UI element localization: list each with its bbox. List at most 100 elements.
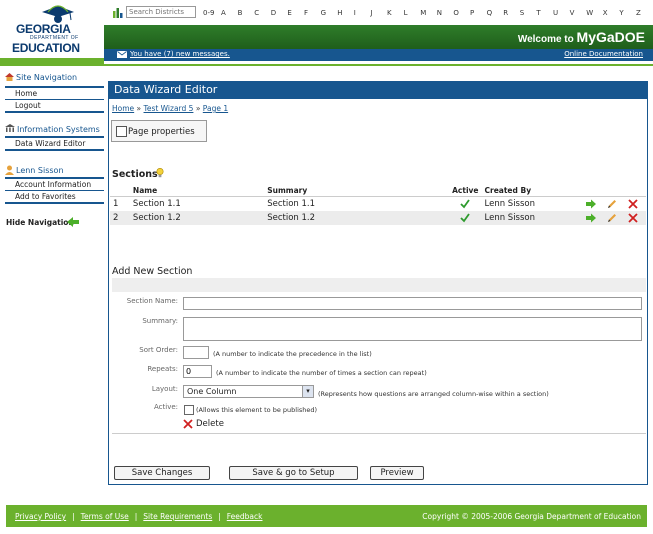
table-row: 2 Section 1.2 Section 1.2 Lenn Sisson	[110, 211, 646, 225]
delete-icon[interactable]	[628, 213, 638, 223]
logo-line-3: EDUCATION	[12, 41, 80, 55]
alpha-link-i[interactable]: I	[354, 9, 356, 17]
section-name-input[interactable]	[183, 297, 642, 310]
sidebar-item-add-to-favorites[interactable]: Add to Favorites	[5, 191, 104, 202]
column-header-summary[interactable]: Summary	[264, 184, 450, 197]
delete-icon[interactable]	[628, 199, 638, 209]
online-documentation-link[interactable]: Online Documentation	[564, 50, 643, 58]
envelope-icon	[117, 51, 127, 58]
chevron-down-icon[interactable]: ▾	[302, 386, 313, 397]
alpha-link-j[interactable]: J	[370, 9, 372, 17]
alpha-link-l[interactable]: L	[404, 9, 408, 17]
alpha-link-d[interactable]: D	[271, 9, 276, 17]
active-checkbox[interactable]	[184, 405, 194, 415]
column-header-created-by[interactable]: Created By	[481, 184, 584, 197]
alpha-link-digits[interactable]: 0-9	[203, 9, 214, 17]
new-messages-link[interactable]: You have (7) new messages.	[130, 50, 230, 58]
row-name: Section 1.2	[129, 211, 265, 225]
alpha-link-p[interactable]: P	[470, 9, 474, 17]
site-requirements-link[interactable]: Site Requirements	[143, 512, 212, 521]
row-move	[583, 211, 605, 225]
welcome-prefix: Welcome to	[517, 34, 574, 45]
column-header-move	[583, 184, 605, 197]
column-header-active[interactable]: Active	[449, 184, 482, 197]
alpha-link-a[interactable]: A	[221, 9, 226, 17]
district-search-input[interactable]	[126, 6, 196, 18]
alpha-link-y[interactable]: Y	[619, 9, 623, 17]
lightbulb-icon[interactable]	[156, 168, 164, 178]
alpha-link-s[interactable]: S	[520, 9, 524, 17]
arrow-left-icon[interactable]	[67, 217, 79, 227]
alpha-link-z[interactable]: Z	[636, 9, 641, 17]
row-created-by: Lenn Sisson	[481, 211, 584, 225]
gadoe-logo[interactable]: GEORGIA DEPARTMENT OF EDUCATION	[0, 0, 104, 64]
alpha-link-v[interactable]: V	[570, 9, 575, 17]
alpha-link-w[interactable]: W	[586, 9, 593, 17]
bar-chart-icon	[113, 8, 123, 18]
row-delete	[625, 197, 646, 212]
row-number: 2	[110, 211, 130, 225]
sidebar-item-home[interactable]: Home	[5, 88, 104, 100]
row-active	[449, 197, 481, 212]
user-menu: Account Information Add to Favorites	[5, 177, 104, 204]
alpha-link-m[interactable]: M	[420, 9, 426, 17]
sidebar-item-account-information[interactable]: Account Information	[5, 179, 104, 191]
sections-title: Sections	[112, 169, 158, 180]
alpha-link-o[interactable]: O	[453, 9, 459, 17]
table-header-row: Name Summary Active Created By	[110, 184, 646, 197]
alpha-link-n[interactable]: N	[437, 9, 442, 17]
site-navigation-menu: Home Logout	[5, 86, 104, 113]
arrow-right-icon[interactable]	[586, 213, 597, 223]
row-number: 1	[113, 199, 119, 209]
terms-of-use-link[interactable]: Terms of Use	[81, 512, 129, 521]
footer-links: Privacy Policy | Terms of Use | Site Require…	[15, 512, 262, 521]
row-summary: Section 1.1	[267, 199, 316, 209]
sidebar-item-logout[interactable]: Logout	[5, 100, 104, 111]
column-header-name[interactable]: Name	[129, 184, 265, 197]
summary-textarea[interactable]	[183, 317, 642, 341]
pencil-icon[interactable]	[607, 213, 617, 223]
footer-separator: |	[134, 512, 138, 521]
sort-order-label: Sort Order:	[139, 346, 178, 354]
delete-link[interactable]: Delete	[196, 419, 224, 429]
save-and-setup-button[interactable]: Save & go to Setup	[229, 466, 358, 480]
delete-icon[interactable]	[183, 419, 193, 429]
breadcrumb-home[interactable]: Home	[112, 104, 134, 113]
breadcrumb-wizard[interactable]: Test Wizard 5	[144, 104, 194, 113]
checkmark-icon	[460, 213, 471, 223]
feedback-link[interactable]: Feedback	[227, 512, 263, 521]
privacy-policy-link[interactable]: Privacy Policy	[15, 512, 66, 521]
alpha-link-e[interactable]: E	[287, 9, 291, 17]
sidebar-item-data-wizard-editor[interactable]: Data Wizard Editor	[5, 138, 104, 149]
alpha-link-q[interactable]: Q	[487, 9, 493, 17]
alpha-link-h[interactable]: H	[337, 9, 342, 17]
form-divider	[112, 433, 646, 434]
alpha-link-f[interactable]: F	[304, 9, 308, 17]
alpha-link-g[interactable]: G	[321, 9, 326, 17]
breadcrumb-page[interactable]: Page 1	[203, 104, 228, 113]
user-name-title: Lenn Sisson	[16, 166, 64, 175]
hide-navigation-link[interactable]: Hide Navigation	[6, 218, 74, 227]
breadcrumb: Home » Test Wizard 5 » Page 1	[112, 104, 228, 113]
pencil-icon[interactable]	[607, 199, 617, 209]
alpha-link-k[interactable]: K	[387, 9, 392, 17]
document-icon	[116, 126, 127, 137]
layout-select[interactable]: One Column	[183, 385, 314, 398]
alpha-link-c[interactable]: C	[254, 9, 259, 17]
alpha-link-r[interactable]: R	[503, 9, 508, 17]
preview-button[interactable]: Preview	[370, 466, 424, 480]
footer-separator: |	[72, 512, 75, 521]
alpha-link-u[interactable]: U	[553, 9, 558, 17]
column-header-delete	[625, 184, 646, 197]
table-row: 1 Section 1.1 Section 1.1 Lenn Sisson	[110, 197, 646, 212]
alpha-link-b[interactable]: B	[238, 9, 243, 17]
alpha-link-x[interactable]: X	[603, 9, 608, 17]
repeats-input[interactable]	[183, 365, 212, 378]
alpha-link-t[interactable]: T	[536, 9, 540, 17]
row-edit	[604, 211, 626, 225]
active-label: Active:	[153, 403, 178, 411]
arrow-right-icon[interactable]	[586, 199, 597, 209]
save-changes-button[interactable]: Save Changes	[114, 466, 210, 480]
sort-order-input[interactable]	[183, 346, 209, 359]
row-edit	[604, 197, 625, 212]
